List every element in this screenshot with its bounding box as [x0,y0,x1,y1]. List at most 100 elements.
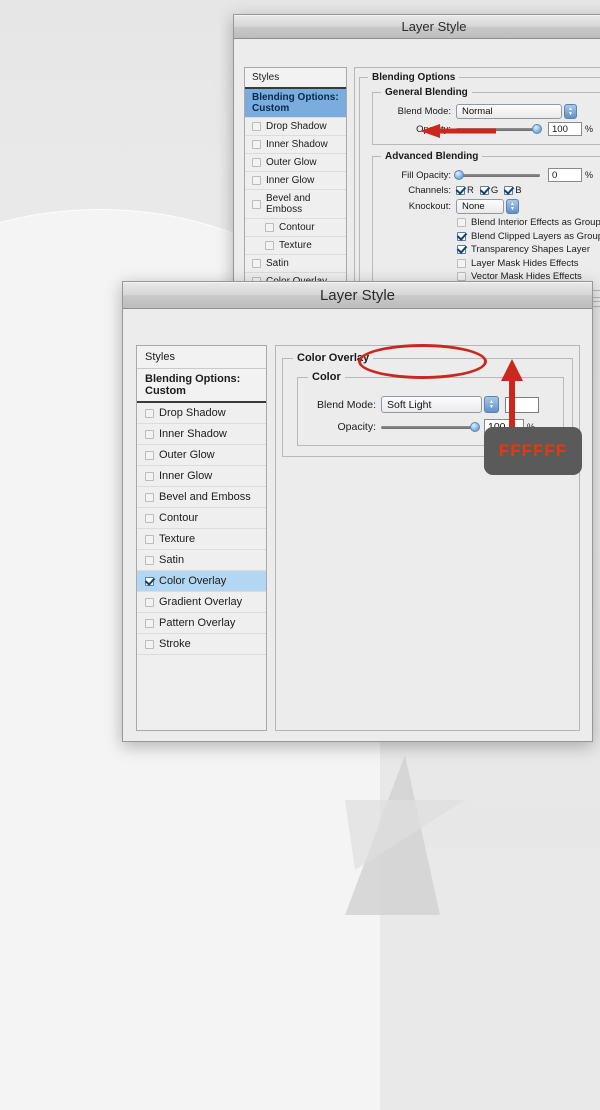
knockout-row: Knockout: None ▲ ▼ [379,199,600,214]
sidebar-item-gradient-overlay[interactable]: Gradient Overlay [137,592,266,613]
sidebar-item-label: Inner Shadow [266,139,328,150]
sidebar-item-inner-shadow[interactable]: Inner Shadow [137,424,266,445]
opacity-slider-knob-front[interactable] [470,422,480,432]
style-checkbox[interactable] [145,639,154,649]
channel-checkbox-b[interactable] [504,186,514,195]
style-checkbox[interactable] [145,450,154,460]
sidebar-item-outer-glow[interactable]: Outer Glow [137,445,266,466]
styles-sidebar-back[interactable]: Styles Blending Options: Custom Drop Shad… [244,67,347,307]
blend-mode-value-front: Soft Light [387,398,432,411]
style-checkbox[interactable] [252,176,261,185]
opacity-value-text-back: 100 [552,123,568,135]
knockout-select[interactable]: None [456,199,504,214]
sidebar-empty-space [137,655,266,730]
style-checkbox[interactable] [145,429,154,439]
style-checkbox[interactable] [145,618,154,628]
sidebar-item-pattern-overlay[interactable]: Pattern Overlay [137,613,266,634]
knockout-label: Knockout: [408,201,451,212]
advanced-option-label: Blend Clipped Layers as Group [471,230,600,242]
opacity-slider-front[interactable] [381,420,480,434]
opacity-value-back[interactable]: 100 [548,122,582,136]
opacity-slider-track-back [456,127,540,131]
sidebar-item-inner-shadow[interactable]: Inner Shadow [245,136,346,154]
style-checkbox[interactable] [252,122,261,131]
sidebar-item-color-overlay[interactable]: Color Overlay [137,571,266,592]
style-checkbox[interactable] [145,555,154,565]
advanced-option-checkbox[interactable] [457,245,466,254]
layer-style-dialog-front[interactable]: Layer Style Styles Blending Options: Cus… [122,281,593,742]
advanced-option-checkbox[interactable] [457,231,466,241]
style-checkbox[interactable] [145,513,154,523]
style-checkbox[interactable] [145,408,154,418]
layer-style-dialog-back[interactable]: Layer Style Styles Blending Options: Cus… [233,14,600,307]
blend-mode-row-front: Blend Mode: Soft Light ▲ ▼ [306,396,555,413]
channel-label-b: B [515,185,522,196]
style-checkbox[interactable] [252,158,261,167]
opacity-slider-track-front [381,425,478,429]
overlay-color-swatch[interactable] [505,396,539,413]
style-checkbox[interactable] [145,492,154,502]
advanced-option-label: Blend Interior Effects as Group [471,217,600,228]
styles-sidebar-front[interactable]: Styles Blending Options: Custom Drop Shad… [136,345,267,731]
sidebar-item-drop-shadow[interactable]: Drop Shadow [245,118,346,136]
style-checkbox[interactable] [265,241,274,250]
advanced-option-checkbox[interactable] [457,258,466,268]
fill-opacity-value[interactable]: 0 [548,168,582,182]
dialog-titlebar-back[interactable]: Layer Style [234,15,600,39]
style-checkbox[interactable] [145,576,154,586]
style-checkbox[interactable] [145,471,154,481]
sidebar-item-bevel-and-emboss[interactable]: Bevel and Emboss [137,487,266,508]
fill-opacity-value-text: 0 [552,169,558,181]
style-checkbox[interactable] [265,223,274,232]
fill-opacity-slider[interactable] [454,168,540,182]
sidebar-item-label: Blending Options: Custom [252,92,339,114]
sidebar-item-blending-options-custom[interactable]: Blending Options: Custom [137,369,266,403]
sidebar-item-label: Inner Glow [159,470,213,482]
opacity-label-front: Opacity: [337,421,376,433]
opacity-slider-back[interactable] [456,122,542,136]
style-checkbox[interactable] [252,140,261,149]
advanced-option-transparency-shapes-layer[interactable]: Transparency Shapes Layer [457,244,600,255]
fill-opacity-label: Fill Opacity: [401,169,451,181]
sidebar-item-bevel-and-emboss[interactable]: Bevel and Emboss [245,190,346,219]
sidebar-item-texture[interactable]: Texture [137,529,266,550]
dialog-titlebar-front[interactable]: Layer Style [123,282,592,309]
sidebar-item-blending-options-custom[interactable]: Blending Options: Custom [245,89,346,118]
opacity-slider-knob-back[interactable] [532,124,542,134]
background-triangle-shape-2 [345,800,465,870]
sidebar-item-label: Contour [159,512,199,524]
sidebar-item-texture[interactable]: Texture [245,237,346,255]
advanced-option-label: Layer Mask Hides Effects [471,257,579,269]
sidebar-item-satin[interactable]: Satin [137,550,266,571]
knockout-stepper[interactable]: ▲ ▼ [506,199,519,214]
sidebar-item-inner-glow[interactable]: Inner Glow [245,172,346,190]
style-checkbox[interactable] [145,534,154,544]
channel-checkbox-g[interactable] [479,186,489,195]
sidebar-item-outer-glow[interactable]: Outer Glow [245,154,346,172]
advanced-option-checkbox[interactable] [457,218,466,227]
channel-label-r: R [467,185,474,196]
advanced-option-checkbox[interactable] [457,272,466,281]
blend-mode-select-back[interactable]: Normal [456,104,562,119]
opacity-label-back: Opacity: [416,123,451,135]
blend-mode-select-front[interactable]: Soft Light [381,396,482,413]
blend-mode-stepper-back[interactable]: ▲ ▼ [564,104,577,119]
style-checkbox[interactable] [145,597,154,607]
advanced-option-blend-clipped-layers-as-group[interactable]: Blend Clipped Layers as Group [457,231,600,242]
style-checkbox[interactable] [252,199,261,209]
sidebar-item-label: Drop Shadow [266,121,327,132]
sidebar-item-stroke[interactable]: Stroke [137,634,266,655]
advanced-option-layer-mask-hides-effects[interactable]: Layer Mask Hides Effects [457,258,600,269]
sidebar-item-drop-shadow[interactable]: Drop Shadow [137,403,266,424]
sidebar-item-contour[interactable]: Contour [245,219,346,237]
style-checkbox[interactable] [252,259,261,268]
channel-checkbox-r[interactable] [456,186,465,195]
sidebar-item-inner-glow[interactable]: Inner Glow [137,466,266,487]
opacity-row-back: Opacity: 100 % [379,122,600,136]
blend-mode-stepper-front[interactable]: ▲ ▼ [484,396,499,413]
sidebar-item-satin[interactable]: Satin [245,255,346,273]
chevron-down-icon: ▼ [510,205,515,212]
fill-opacity-slider-knob[interactable] [454,170,464,180]
advanced-option-blend-interior-effects-as-group[interactable]: Blend Interior Effects as Group [457,217,600,228]
sidebar-item-contour[interactable]: Contour [137,508,266,529]
